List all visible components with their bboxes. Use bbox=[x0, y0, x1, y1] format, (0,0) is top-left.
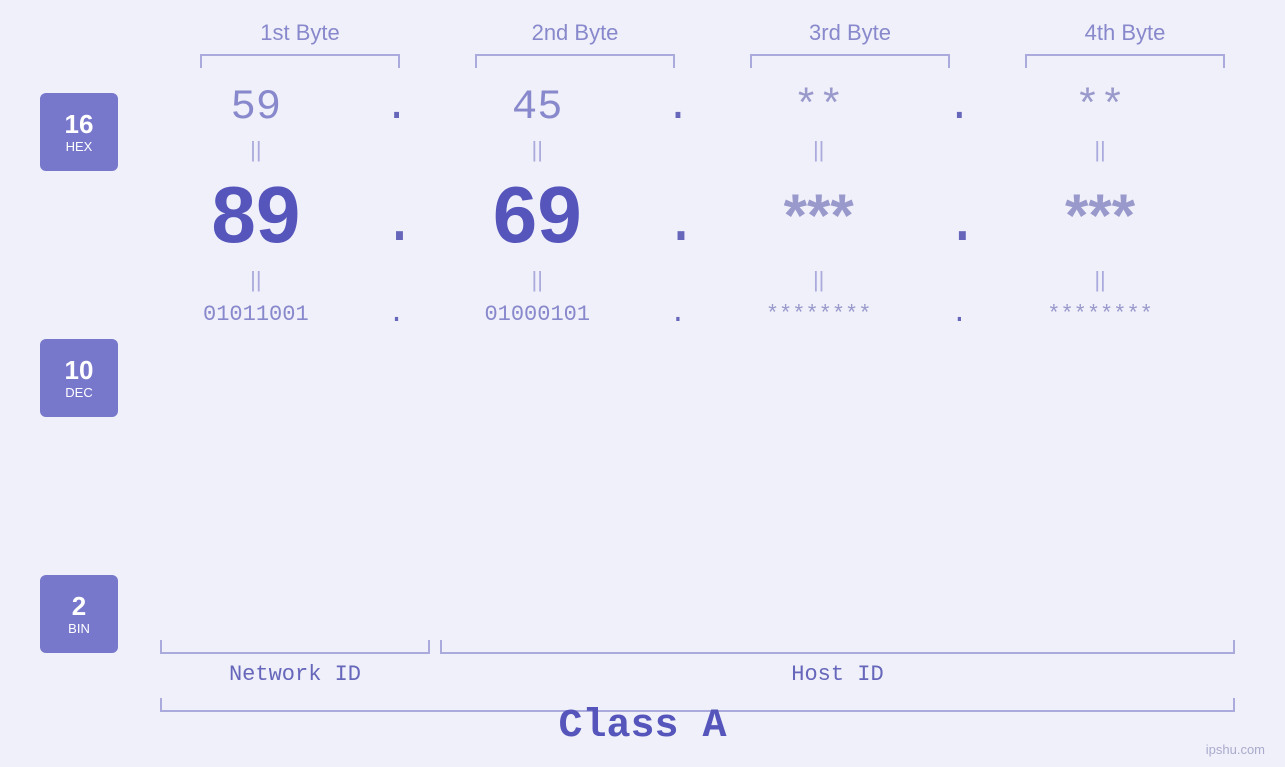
bin-badge: 2 BIN bbox=[40, 575, 118, 653]
base-labels: 16 HEX 10 DEC 2 BIN bbox=[40, 93, 118, 653]
hex-label: HEX bbox=[66, 139, 93, 154]
dec-b2: 69 bbox=[427, 169, 647, 261]
bracket-byte4 bbox=[1025, 54, 1225, 68]
equals-row-1: || || || || bbox=[138, 137, 1218, 163]
eq7: || bbox=[709, 267, 929, 293]
dot-hex-1: . bbox=[382, 83, 412, 131]
top-brackets bbox=[163, 54, 1263, 68]
content-area: 16 HEX 10 DEC 2 BIN 59 . 45 . ** bbox=[0, 83, 1285, 653]
byte1-header: 1st Byte bbox=[180, 20, 420, 46]
eq5: || bbox=[146, 267, 366, 293]
byte-headers: 1st Byte 2nd Byte 3rd Byte 4th Byte bbox=[163, 20, 1263, 46]
bin-b1: 01011001 bbox=[146, 302, 366, 327]
watermark: ipshu.com bbox=[1206, 742, 1265, 757]
network-id-label: Network ID bbox=[160, 662, 430, 687]
dec-b3: *** bbox=[709, 181, 929, 250]
bracket-byte3 bbox=[750, 54, 950, 68]
hex-b2: 45 bbox=[427, 83, 647, 131]
host-id-label: Host ID bbox=[440, 662, 1235, 687]
dot-hex-2: . bbox=[663, 83, 693, 131]
bin-b3: ******** bbox=[709, 302, 929, 327]
bottom-section: Network ID Host ID bbox=[160, 640, 1255, 687]
dec-label: DEC bbox=[65, 385, 92, 400]
dot-hex-3: . bbox=[944, 83, 974, 131]
bottom-brackets bbox=[160, 640, 1235, 654]
hex-row: 59 . 45 . ** . ** bbox=[138, 83, 1218, 131]
bottom-labels: Network ID Host ID bbox=[160, 662, 1235, 687]
bin-number: 2 bbox=[72, 592, 86, 621]
class-label: Class A bbox=[0, 704, 1285, 749]
dec-b1: 89 bbox=[146, 169, 366, 261]
dot-dec-2: . bbox=[663, 171, 693, 259]
dot-bin-2: . bbox=[663, 299, 693, 330]
host-bracket bbox=[440, 640, 1235, 654]
hex-b4: ** bbox=[990, 83, 1210, 131]
rows-container: 59 . 45 . ** . ** || || || || 89 bbox=[138, 83, 1255, 330]
bin-label: BIN bbox=[68, 621, 90, 636]
main-container: 1st Byte 2nd Byte 3rd Byte 4th Byte 16 H… bbox=[0, 0, 1285, 767]
equals-row-2: || || || || bbox=[138, 267, 1218, 293]
byte2-header: 2nd Byte bbox=[455, 20, 695, 46]
eq6: || bbox=[427, 267, 647, 293]
dot-bin-3: . bbox=[944, 299, 974, 330]
dot-dec-1: . bbox=[382, 171, 412, 259]
dec-number: 10 bbox=[65, 356, 94, 385]
hex-badge: 16 HEX bbox=[40, 93, 118, 171]
hex-b3: ** bbox=[709, 83, 929, 131]
dec-badge: 10 DEC bbox=[40, 339, 118, 417]
dot-dec-3: . bbox=[944, 171, 974, 259]
dec-b4: *** bbox=[990, 181, 1210, 250]
bin-row: 01011001 . 01000101 . ******** . *******… bbox=[138, 299, 1218, 330]
eq8: || bbox=[990, 267, 1210, 293]
bracket-byte1 bbox=[200, 54, 400, 68]
bin-b2: 01000101 bbox=[427, 302, 647, 327]
eq3: || bbox=[709, 137, 929, 163]
hex-number: 16 bbox=[65, 110, 94, 139]
eq1: || bbox=[146, 137, 366, 163]
bin-b4: ******** bbox=[990, 302, 1210, 327]
eq2: || bbox=[427, 137, 647, 163]
network-bracket bbox=[160, 640, 430, 654]
eq4: || bbox=[990, 137, 1210, 163]
bracket-byte2 bbox=[475, 54, 675, 68]
byte3-header: 3rd Byte bbox=[730, 20, 970, 46]
dec-row: 89 . 69 . *** . *** bbox=[138, 169, 1218, 261]
byte4-header: 4th Byte bbox=[1005, 20, 1245, 46]
dot-bin-1: . bbox=[382, 299, 412, 330]
hex-b1: 59 bbox=[146, 83, 366, 131]
